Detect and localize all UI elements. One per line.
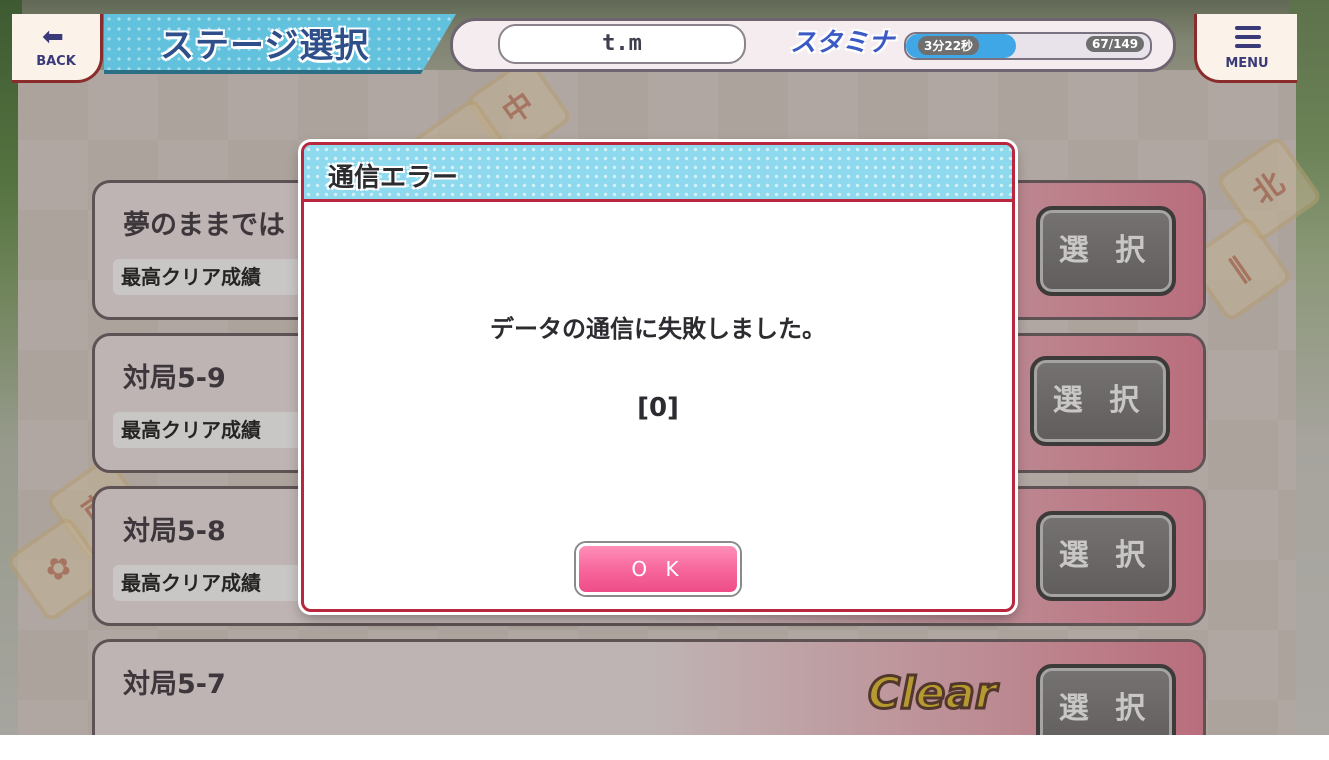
menu-label: MENU (1225, 56, 1269, 71)
ok-button[interactable]: O K (576, 543, 740, 595)
stamina-label: スタミナ (790, 28, 895, 58)
stamina-count: 67/149 (1086, 36, 1145, 52)
stamina-recovery-timer: 3分22秒 (918, 36, 980, 55)
dialog-header: 通信エラー (304, 145, 1012, 202)
top-bar: ⬅ BACK ステージ選択 t.m スタミナ 3分22秒 67/149 MENU (0, 0, 1329, 83)
back-label: BACK (36, 54, 76, 69)
game-screen: 中 ◎ 北 ‖ 南 ✿ 夢のままでは 最高クリア成績 選 択 対局5-9 最高ク… (0, 0, 1329, 735)
hamburger-menu-icon (1235, 26, 1261, 53)
player-name: t.m (498, 24, 746, 64)
communication-error-dialog: 通信エラー データの通信に失敗しました。 [0] O K (301, 142, 1015, 612)
page-title: ステージ選択 (160, 26, 370, 66)
back-arrow-icon: ⬅ (42, 22, 64, 52)
back-button[interactable]: ⬅ BACK (12, 14, 103, 83)
error-code: [0] (637, 393, 679, 423)
dialog-message: データの通信に失敗しました。 (490, 315, 826, 343)
menu-button[interactable]: MENU (1194, 14, 1297, 83)
dialog-title: 通信エラー (328, 163, 459, 193)
